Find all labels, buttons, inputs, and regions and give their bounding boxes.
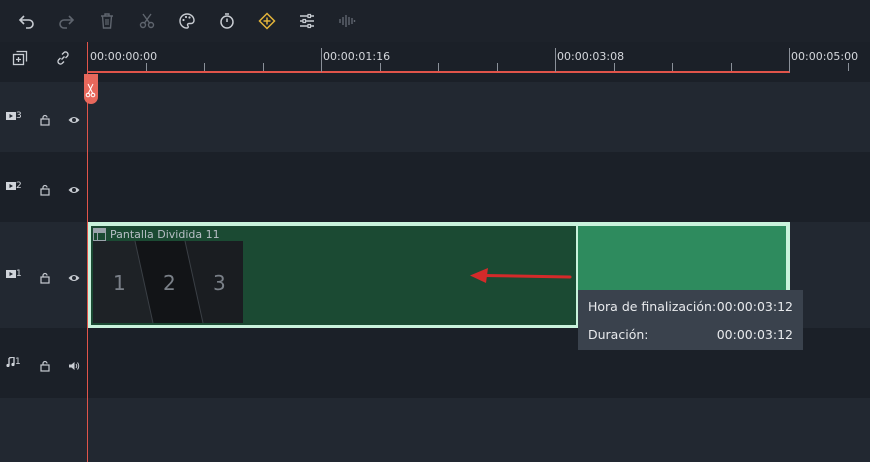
- tooltip-end-row: Hora de finalización: 00:00:03:12: [588, 299, 793, 314]
- delete-icon[interactable]: [97, 11, 117, 31]
- ruler-minor-tick: [614, 63, 615, 71]
- lock-icon[interactable]: [39, 357, 51, 372]
- thumb-number: 1: [113, 271, 126, 295]
- clip-thumbnail: 1 2 3: [93, 241, 243, 323]
- track-header: 2: [0, 152, 87, 222]
- ruler-playback-bar: [87, 71, 790, 73]
- ruler-minor-tick: [263, 63, 264, 71]
- add-track-icon[interactable]: [12, 50, 28, 66]
- color-palette-icon[interactable]: [177, 11, 197, 31]
- end-time-label: Hora de finalización:: [588, 299, 717, 314]
- track-header: 1: [0, 222, 87, 328]
- toolbar: [0, 0, 870, 43]
- playhead-top: [87, 42, 88, 74]
- scissors-icon: [85, 83, 96, 98]
- thumb-number: 3: [213, 271, 226, 295]
- ruler-label: 00:00:00:00: [90, 50, 158, 63]
- ruler-major-tick: [555, 48, 556, 72]
- audio-wave-icon[interactable]: [337, 11, 357, 31]
- track-number: 1: [16, 269, 22, 279]
- ruler-label: 00:00:05:00: [791, 50, 859, 63]
- ruler-minor-tick: [380, 63, 381, 71]
- keyframe-icon[interactable]: [257, 11, 277, 31]
- track-header: 3: [0, 82, 87, 152]
- ruler-minor-tick: [204, 63, 205, 71]
- ruler-major-tick: [321, 48, 322, 72]
- playhead-handle[interactable]: [84, 74, 98, 104]
- lock-icon[interactable]: [39, 269, 51, 284]
- lock-icon[interactable]: [39, 181, 51, 196]
- duration-value: 00:00:03:12: [716, 327, 793, 342]
- tooltip-duration-row: Duración: 00:00:03:12: [588, 327, 793, 342]
- clip-title-bar: Pantalla Dividida 11: [93, 228, 220, 241]
- red-arrow-annotation: [470, 268, 572, 283]
- cut-icon[interactable]: [137, 11, 157, 31]
- track-video-3[interactable]: 3: [0, 82, 870, 152]
- end-time-value: 00:00:03:12: [716, 299, 793, 314]
- ruler-label: 00:00:01:16: [323, 50, 391, 63]
- ruler-minor-tick: [497, 63, 498, 71]
- split-screen-icon: [93, 228, 106, 241]
- speaker-icon[interactable]: [68, 357, 80, 370]
- redo-icon[interactable]: [56, 11, 76, 31]
- track-number: 3: [16, 111, 22, 121]
- thumb-number: 2: [163, 271, 176, 295]
- trim-tooltip: Hora de finalización: 00:00:03:12 Duraci…: [578, 290, 803, 350]
- track-header: 1: [0, 328, 87, 398]
- ruler-minor-tick: [672, 63, 673, 71]
- video-track-icon: 3: [6, 111, 22, 121]
- ruler-label: 00:00:03:08: [557, 50, 625, 63]
- playhead[interactable]: [87, 74, 88, 462]
- track-video-2[interactable]: 2: [0, 152, 870, 222]
- ruler-minor-tick: [731, 63, 732, 71]
- ruler-minor-tick: [848, 63, 849, 71]
- track-empty: [0, 398, 870, 462]
- ruler-minor-tick: [146, 63, 147, 71]
- music-track-icon: 1: [6, 357, 21, 367]
- ruler-minor-tick: [438, 63, 439, 71]
- eye-icon[interactable]: [68, 181, 80, 193]
- speed-timer-icon[interactable]: [217, 11, 237, 31]
- video-track-icon: 2: [6, 181, 22, 191]
- clip-title: Pantalla Dividida 11: [110, 228, 220, 241]
- eye-icon[interactable]: [68, 111, 80, 123]
- link-icon[interactable]: [55, 50, 71, 66]
- ruler-major-tick: [789, 48, 790, 72]
- video-track-icon: 1: [6, 269, 22, 279]
- time-ruler[interactable]: 00:00:00:00 00:00:01:16 00:00:03:08 00:0…: [87, 42, 870, 74]
- undo-icon[interactable]: [17, 11, 37, 31]
- track-number: 2: [16, 181, 22, 191]
- track-number: 1: [15, 357, 21, 367]
- eye-icon[interactable]: [68, 269, 80, 281]
- duration-label: Duración:: [588, 327, 649, 342]
- adjust-icon[interactable]: [297, 11, 317, 31]
- lock-icon[interactable]: [39, 111, 51, 126]
